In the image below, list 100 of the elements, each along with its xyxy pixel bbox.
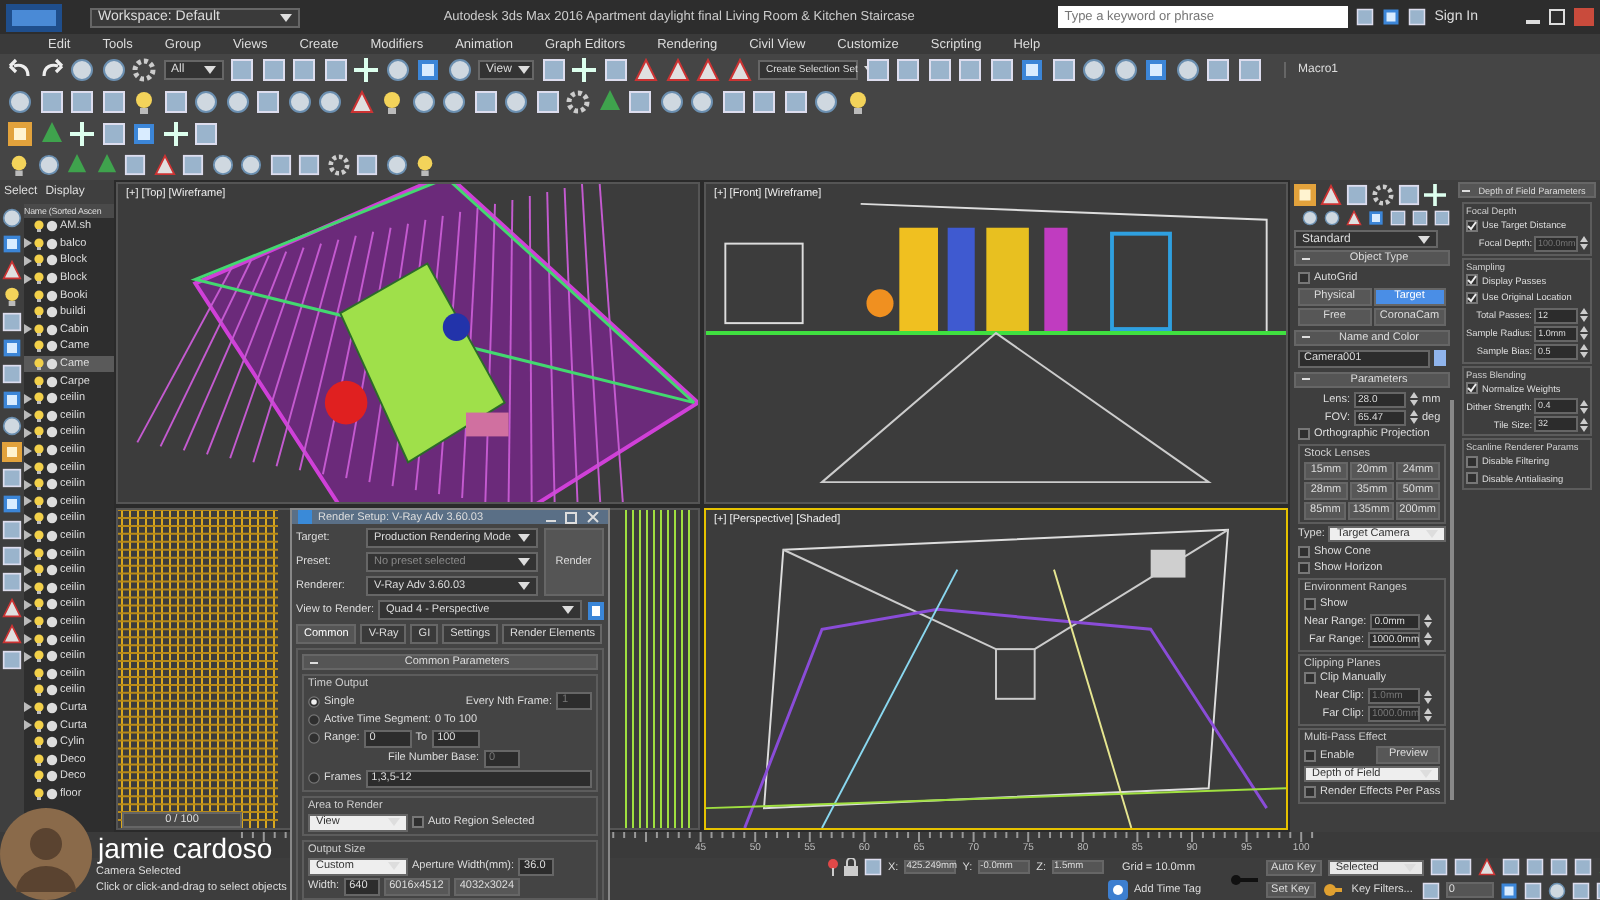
square-icon[interactable] <box>1525 858 1544 876</box>
tree-icon[interactable] <box>597 90 621 114</box>
pin-icon[interactable] <box>828 858 838 876</box>
bulb-icon[interactable] <box>34 306 44 319</box>
move-icon[interactable] <box>70 122 94 146</box>
square-icon[interactable] <box>2 494 22 514</box>
expand-arrow-icon[interactable] <box>24 393 32 404</box>
expand-arrow-icon[interactable] <box>24 651 32 662</box>
bulb-icon[interactable] <box>34 254 44 267</box>
window-controls-icon[interactable] <box>1526 8 1594 26</box>
triangle-icon[interactable] <box>696 58 720 82</box>
bulb-icon[interactable] <box>34 633 44 646</box>
square-icon[interactable] <box>1408 8 1427 26</box>
lock-icon[interactable] <box>588 601 604 619</box>
move-icon[interactable] <box>354 58 378 82</box>
triangle-icon[interactable] <box>2 260 22 280</box>
square-icon[interactable] <box>124 154 146 176</box>
square-icon[interactable] <box>1500 881 1519 899</box>
bulb-icon[interactable] <box>34 529 44 542</box>
square-icon[interactable] <box>132 122 156 146</box>
bulb-icon[interactable] <box>34 719 44 732</box>
spinner-arrows-icon[interactable] <box>1580 344 1588 358</box>
expand-arrow-icon[interactable] <box>24 255 32 266</box>
square-icon[interactable] <box>101 122 125 146</box>
triangle-icon[interactable] <box>1346 210 1362 226</box>
bulb-icon[interactable] <box>34 340 44 353</box>
spinner-arrows-icon[interactable] <box>1424 632 1432 646</box>
square-icon[interactable] <box>1206 58 1230 82</box>
checkbox[interactable] <box>1298 428 1310 441</box>
square-icon[interactable] <box>261 58 285 82</box>
expand-arrow-icon[interactable] <box>24 410 32 421</box>
square-icon[interactable] <box>2 520 22 540</box>
lock-icon[interactable] <box>844 858 858 876</box>
circle-icon[interactable] <box>70 58 94 82</box>
bulb-icon[interactable] <box>34 598 44 611</box>
spinner-arrows-icon[interactable] <box>1580 417 1588 431</box>
square-icon[interactable] <box>323 58 347 82</box>
bulb-icon[interactable] <box>8 154 30 176</box>
square-icon[interactable] <box>163 90 187 114</box>
circle-icon[interactable] <box>447 58 471 82</box>
square-icon[interactable] <box>1501 858 1520 876</box>
square-icon[interactable] <box>2 234 22 254</box>
square-icon[interactable] <box>39 90 63 114</box>
circle-icon[interactable] <box>240 154 262 176</box>
bulb-icon[interactable] <box>34 358 44 371</box>
checkbox[interactable] <box>1298 545 1310 558</box>
circle-icon[interactable] <box>1548 881 1567 899</box>
checkbox[interactable] <box>1298 271 1310 284</box>
circle-icon[interactable] <box>659 90 683 114</box>
square-icon[interactable] <box>2 364 22 384</box>
bulb-icon[interactable] <box>414 154 436 176</box>
bulb-icon[interactable] <box>34 650 44 663</box>
square-icon[interactable] <box>1573 858 1592 876</box>
bulb-icon[interactable] <box>845 90 869 114</box>
expand-arrow-icon[interactable] <box>24 238 32 249</box>
tree-icon[interactable] <box>66 154 88 176</box>
bulb-icon[interactable] <box>34 478 44 491</box>
circle-icon[interactable] <box>385 58 409 82</box>
minus-icon[interactable] <box>1302 257 1310 259</box>
expand-arrow-icon[interactable] <box>24 496 32 507</box>
bulb-icon[interactable] <box>34 547 44 560</box>
square-icon[interactable] <box>1346 183 1368 205</box>
spinner-arrows-icon[interactable] <box>1410 410 1418 424</box>
circle-icon[interactable] <box>1302 210 1318 226</box>
square-icon[interactable] <box>1453 858 1472 876</box>
expand-arrow-icon[interactable] <box>24 599 32 610</box>
square-icon[interactable] <box>182 154 204 176</box>
square-icon[interactable] <box>783 90 807 114</box>
square-icon[interactable] <box>1524 881 1543 899</box>
gear-icon[interactable] <box>1372 183 1394 205</box>
spinner-arrows-icon[interactable] <box>1410 392 1418 406</box>
checkbox[interactable] <box>1466 291 1478 304</box>
triangle-icon[interactable] <box>153 154 175 176</box>
square-icon[interactable] <box>1422 881 1441 899</box>
expand-arrow-icon[interactable] <box>24 427 32 438</box>
triangle-icon[interactable] <box>1477 858 1496 876</box>
expand-arrow-icon[interactable] <box>24 530 32 541</box>
bulb-icon[interactable] <box>132 90 156 114</box>
square-icon[interactable] <box>473 90 497 114</box>
bulb-icon[interactable] <box>34 736 44 749</box>
circle-icon[interactable] <box>2 416 22 436</box>
circle-icon[interactable] <box>1324 210 1340 226</box>
square-icon[interactable] <box>535 90 559 114</box>
square-icon[interactable] <box>927 58 951 82</box>
checkbox[interactable] <box>1304 597 1316 610</box>
checkbox[interactable] <box>1466 274 1478 287</box>
circle-icon[interactable] <box>504 90 528 114</box>
circle-icon[interactable] <box>211 154 233 176</box>
square-icon[interactable] <box>989 58 1013 82</box>
square-icon[interactable] <box>752 90 776 114</box>
checkbox[interactable] <box>1466 472 1478 485</box>
circle-icon[interactable] <box>1113 58 1137 82</box>
expand-arrow-icon[interactable] <box>24 324 32 335</box>
square-icon[interactable] <box>230 58 254 82</box>
checkbox[interactable] <box>412 816 424 828</box>
spinner-arrows-icon[interactable] <box>1580 308 1588 322</box>
expand-arrow-icon[interactable] <box>24 565 32 576</box>
square-icon[interactable] <box>2 312 22 332</box>
tree-icon[interactable] <box>95 154 117 176</box>
circle-icon[interactable] <box>411 90 435 114</box>
